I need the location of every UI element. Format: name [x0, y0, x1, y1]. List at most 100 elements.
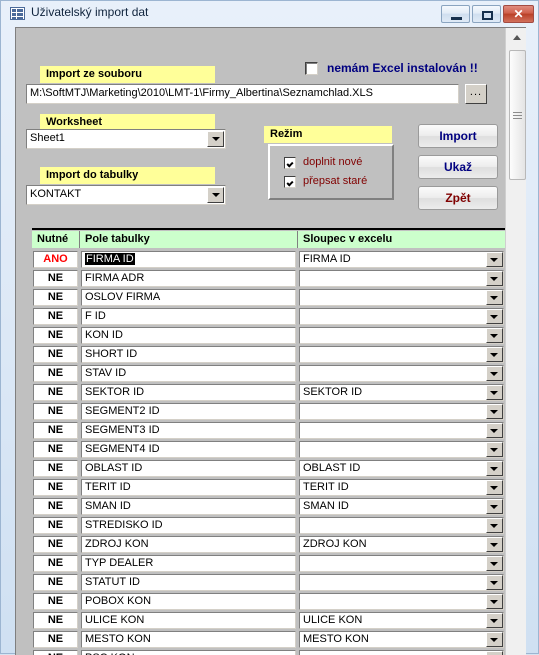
- table-row[interactable]: NE POBOX KON: [32, 592, 505, 611]
- cell-table-field[interactable]: SMAN ID: [81, 498, 296, 515]
- table-row[interactable]: NE SMAN ID SMAN ID: [32, 497, 505, 516]
- maximize-button[interactable]: [472, 5, 501, 23]
- cell-table-field[interactable]: STAV ID: [81, 365, 296, 382]
- table-row[interactable]: NE SEGMENT2 ID: [32, 402, 505, 421]
- import-button[interactable]: Import: [418, 124, 498, 148]
- cell-table-field[interactable]: PSC KON: [81, 650, 296, 655]
- cell-excel-column-select[interactable]: TERIT ID: [299, 479, 504, 496]
- cell-excel-column-select[interactable]: [299, 403, 504, 420]
- cell-table-field[interactable]: OBLAST ID: [81, 460, 296, 477]
- table-row[interactable]: NEPSC KON: [32, 649, 505, 655]
- target-table-select[interactable]: KONTAKT: [26, 185, 226, 205]
- cell-table-field[interactable]: FIRMA ID: [81, 251, 296, 268]
- cell-table-field[interactable]: SEGMENT3 ID: [81, 422, 296, 439]
- chevron-down-icon[interactable]: [486, 632, 503, 647]
- table-row[interactable]: NE STREDISKO ID: [32, 516, 505, 535]
- chevron-down-icon[interactable]: [486, 404, 503, 419]
- cell-excel-column-select[interactable]: MESTO KON: [299, 631, 504, 648]
- table-row[interactable]: NE FIRMA ADR: [32, 269, 505, 288]
- cell-table-field[interactable]: TERIT ID: [81, 479, 296, 496]
- cell-table-field[interactable]: KON ID: [81, 327, 296, 344]
- cell-table-field[interactable]: SEGMENT2 ID: [81, 403, 296, 420]
- chevron-down-icon[interactable]: [486, 537, 503, 552]
- cell-excel-column-select[interactable]: [299, 308, 504, 325]
- scroll-up-button[interactable]: [507, 28, 526, 47]
- cell-table-field[interactable]: SHORT ID: [81, 346, 296, 363]
- cell-excel-column-select[interactable]: ULICE KON: [299, 612, 504, 629]
- chevron-down-icon[interactable]: [486, 347, 503, 362]
- chevron-down-icon[interactable]: [486, 271, 503, 286]
- minimize-button[interactable]: [441, 5, 470, 23]
- cell-excel-column-select[interactable]: SEKTOR ID: [299, 384, 504, 401]
- chevron-down-icon[interactable]: [486, 366, 503, 381]
- chevron-down-icon[interactable]: [486, 499, 503, 514]
- cell-table-field[interactable]: MESTO KON: [81, 631, 296, 648]
- close-button[interactable]: ✕: [503, 5, 534, 23]
- chevron-down-icon[interactable]: [486, 651, 503, 655]
- file-path-input[interactable]: M:\SoftMTJ\Marketing\2010\LMT-1\Firmy_Al…: [26, 84, 459, 104]
- cell-table-field[interactable]: F ID: [81, 308, 296, 325]
- chevron-down-icon[interactable]: [486, 480, 503, 495]
- table-row[interactable]: NE SEGMENT4 ID: [32, 440, 505, 459]
- vertical-scrollbar[interactable]: [505, 28, 526, 655]
- table-row[interactable]: ANO FIRMA ID FIRMA ID: [32, 250, 505, 269]
- table-row[interactable]: NE SEGMENT3 ID: [32, 421, 505, 440]
- chevron-down-icon[interactable]: [486, 423, 503, 438]
- chevron-down-icon[interactable]: [486, 442, 503, 457]
- cell-excel-column-select[interactable]: [299, 593, 504, 610]
- cell-excel-column-select[interactable]: [299, 650, 504, 655]
- cell-excel-column-select[interactable]: [299, 517, 504, 534]
- cell-excel-column-select[interactable]: [299, 327, 504, 344]
- checkbox-checked-icon[interactable]: [284, 176, 296, 188]
- table-row[interactable]: NE SHORT ID: [32, 345, 505, 364]
- show-button[interactable]: Ukaž: [418, 155, 498, 179]
- chevron-down-icon[interactable]: [486, 290, 503, 305]
- chevron-down-icon[interactable]: [486, 518, 503, 533]
- table-row[interactable]: NE ULICE KON ULICE KON: [32, 611, 505, 630]
- table-row[interactable]: NE STATUT ID: [32, 573, 505, 592]
- cell-table-field[interactable]: SEGMENT4 ID: [81, 441, 296, 458]
- cell-table-field[interactable]: SEKTOR ID: [81, 384, 296, 401]
- cell-table-field[interactable]: STREDISKO ID: [81, 517, 296, 534]
- cell-excel-column-select[interactable]: [299, 441, 504, 458]
- chevron-down-icon[interactable]: [486, 575, 503, 590]
- cell-table-field[interactable]: STATUT ID: [81, 574, 296, 591]
- cell-excel-column-select[interactable]: [299, 289, 504, 306]
- worksheet-select[interactable]: Sheet1: [26, 129, 226, 149]
- chevron-down-icon[interactable]: [486, 309, 503, 324]
- cell-excel-column-select[interactable]: [299, 422, 504, 439]
- table-row[interactable]: NE MESTO KON MESTO KON: [32, 630, 505, 649]
- table-row[interactable]: NE ZDROJ KON ZDROJ KON: [32, 535, 505, 554]
- table-row[interactable]: NE SEKTOR ID SEKTOR ID: [32, 383, 505, 402]
- cell-excel-column-select[interactable]: [299, 574, 504, 591]
- no-excel-checkbox[interactable]: [305, 62, 318, 75]
- cell-excel-column-select[interactable]: FIRMA ID: [299, 251, 504, 268]
- table-row[interactable]: NE KON ID: [32, 326, 505, 345]
- cell-table-field[interactable]: ZDROJ KON: [81, 536, 296, 553]
- table-row[interactable]: NE STAV ID: [32, 364, 505, 383]
- chevron-down-icon[interactable]: [486, 461, 503, 476]
- chevron-down-icon[interactable]: [207, 131, 224, 147]
- cell-table-field[interactable]: TYP DEALER: [81, 555, 296, 572]
- chevron-down-icon[interactable]: [486, 594, 503, 609]
- cell-excel-column-select[interactable]: [299, 346, 504, 363]
- chevron-down-icon[interactable]: [486, 252, 503, 267]
- cell-excel-column-select[interactable]: [299, 365, 504, 382]
- scrollbar-thumb[interactable]: [509, 50, 526, 180]
- cell-excel-column-select[interactable]: OBLAST ID: [299, 460, 504, 477]
- cell-excel-column-select[interactable]: ZDROJ KON: [299, 536, 504, 553]
- chevron-down-icon[interactable]: [486, 613, 503, 628]
- cell-excel-column-select[interactable]: SMAN ID: [299, 498, 504, 515]
- cell-table-field[interactable]: ULICE KON: [81, 612, 296, 629]
- cell-table-field[interactable]: POBOX KON: [81, 593, 296, 610]
- back-button[interactable]: Zpět: [418, 186, 498, 210]
- chevron-down-icon[interactable]: [486, 385, 503, 400]
- table-row[interactable]: NE TYP DEALER: [32, 554, 505, 573]
- cell-excel-column-select[interactable]: [299, 555, 504, 572]
- checkbox-checked-icon[interactable]: [284, 157, 296, 169]
- table-row[interactable]: NE OBLAST ID OBLAST ID: [32, 459, 505, 478]
- table-row[interactable]: NE OSLOV FIRMA: [32, 288, 505, 307]
- chevron-down-icon[interactable]: [486, 556, 503, 571]
- cell-table-field[interactable]: OSLOV FIRMA: [81, 289, 296, 306]
- chevron-down-icon[interactable]: [486, 328, 503, 343]
